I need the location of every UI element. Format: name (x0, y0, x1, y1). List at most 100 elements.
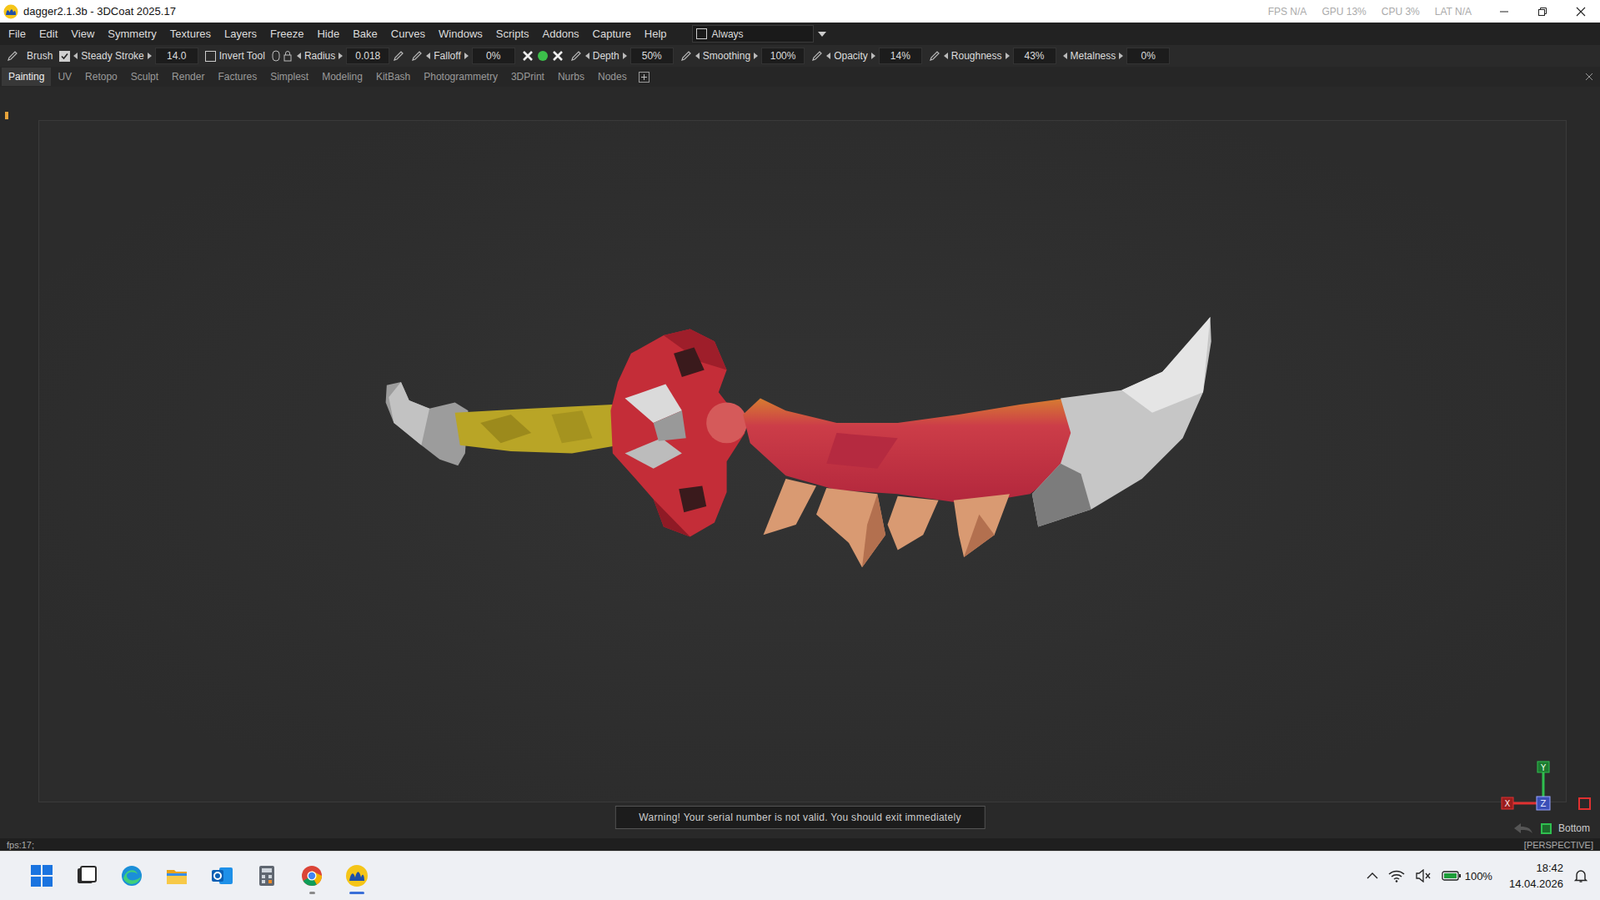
room-tab[interactable]: Render (165, 67, 211, 86)
plus-icon (640, 73, 648, 81)
menu-item[interactable]: Scripts (496, 27, 530, 41)
menu-item[interactable]: Freeze (270, 27, 304, 41)
close-button[interactable] (1561, 0, 1600, 23)
param-option[interactable]: Smoothing100% (680, 47, 805, 65)
menu-item[interactable]: Textures (170, 27, 211, 41)
tool-name: Brush (6, 50, 53, 62)
pen-icon (570, 50, 582, 62)
param-value[interactable]: 0% (471, 47, 516, 65)
room-tab[interactable]: Retopo (78, 67, 125, 86)
room-tab[interactable]: Photogrammetry (416, 67, 505, 86)
pen-icon (411, 50, 423, 62)
checkbox-option[interactable]: Invert Tool (205, 50, 266, 62)
param-option[interactable]: Opacity14% (811, 47, 923, 65)
chevron-up-icon[interactable] (1366, 871, 1379, 880)
viewport[interactable]: Warning! Your serial number is not valid… (0, 86, 1600, 838)
param-option[interactable]: Roughness43% (928, 47, 1057, 65)
menu-item[interactable]: Symmetry (107, 27, 157, 41)
menu-item[interactable]: Layers (224, 27, 257, 41)
battery-icon (1441, 869, 1462, 882)
restore-button[interactable] (1523, 0, 1562, 23)
perf-stat: LAT N/A (1434, 5, 1472, 18)
option-checkbox[interactable] (59, 50, 71, 62)
menu-item[interactable]: Capture (592, 27, 632, 41)
param-value[interactable]: 50% (630, 47, 674, 65)
chrome-icon (299, 862, 325, 888)
param-value[interactable]: 0% (1126, 47, 1170, 65)
param-value[interactable]: 0.018 (346, 47, 390, 65)
menu-item[interactable]: Windows (438, 27, 483, 41)
projection-mode: [PERSPECTIVE] (1524, 839, 1594, 850)
param-value[interactable]: 14% (878, 47, 923, 65)
room-tab[interactable]: KitBash (369, 67, 417, 86)
room-tab[interactable]: Nurbs (551, 67, 592, 86)
taskbar-app[interactable] (336, 855, 377, 896)
room-tab[interactable]: 3DPrint (504, 67, 552, 86)
clear-x-icon[interactable] (521, 50, 534, 62)
serial-warning: Warning! Your serial number is not valid… (614, 805, 985, 829)
clock[interactable]: 18:4214.04.2026 (1509, 859, 1564, 892)
option-value[interactable]: 14.0 (155, 47, 199, 65)
menu-item[interactable]: Help (644, 27, 668, 41)
axis-gizmo[interactable]: YXZ Bottom (1493, 759, 1594, 835)
param-option[interactable]: Metalness0% (1063, 47, 1171, 65)
menu-item[interactable]: File (8, 27, 26, 41)
taskview-icon (74, 862, 100, 888)
taskbar-app[interactable] (156, 855, 197, 896)
room-tab[interactable]: Sculpt (124, 67, 166, 86)
outlook-icon (209, 862, 235, 888)
minimize-icon (1499, 6, 1510, 17)
room-tabs: PaintingUVRetopoSculptRenderFacturesSimp… (0, 66, 1600, 87)
param-value[interactable]: 43% (1013, 47, 1057, 65)
menu-item[interactable]: Addons (542, 27, 580, 41)
menu-item[interactable]: Edit (39, 27, 58, 41)
add-room-button[interactable] (638, 71, 650, 83)
room-tab[interactable]: Factures (210, 67, 264, 86)
minimize-button[interactable] (1484, 0, 1524, 23)
view-label[interactable]: Bottom (1512, 821, 1590, 835)
green-dot-icon[interactable] (536, 50, 549, 62)
room-tab[interactable]: UV (50, 67, 79, 86)
taskbar-app[interactable] (66, 855, 107, 896)
perf-stat: FPS N/A (1268, 5, 1308, 18)
room-tab[interactable]: Modeling (315, 67, 370, 86)
taskbar-app[interactable] (291, 855, 332, 896)
pen-icon (392, 50, 405, 62)
wifi-icon[interactable] (1388, 868, 1405, 883)
cancel-x-icon[interactable] (551, 50, 564, 62)
speaker-muted-icon[interactable] (1414, 868, 1432, 883)
taskbar-app[interactable] (21, 855, 62, 896)
menu-item[interactable]: Curves (391, 27, 426, 41)
param-option[interactable]: Depth50% (570, 47, 674, 65)
window-title: dagger2.1.3b - 3DCoat 2025.17 (23, 5, 176, 18)
notification-bell-icon[interactable] (1573, 867, 1589, 883)
taskbar-app[interactable] (201, 855, 242, 896)
always-checkbox[interactable] (696, 28, 708, 40)
pen-icon (928, 50, 941, 62)
param-option[interactable]: Falloff0% (411, 47, 515, 65)
system-tray: 100% 18:4214.04.2026 (1366, 859, 1600, 892)
taskbar-app[interactable] (246, 855, 287, 896)
dropdown-arrow-icon (817, 31, 827, 37)
axes-icon[interactable]: YXZ (1493, 759, 1594, 818)
room-tab[interactable]: Simplest (263, 67, 316, 86)
room-tab[interactable]: Nodes (591, 67, 634, 86)
close-icon (1575, 6, 1586, 17)
always-dropdown[interactable]: Always (692, 25, 814, 43)
menu-item[interactable]: View (70, 27, 95, 41)
close-panel-icon[interactable] (1584, 72, 1594, 81)
menu-item[interactable]: Bake (352, 27, 378, 41)
model-canvas[interactable] (0, 86, 1600, 838)
dagger-model[interactable] (386, 316, 1212, 567)
option-checkbox[interactable] (205, 50, 216, 62)
pen-icon (680, 50, 693, 62)
checkbox-option[interactable]: Steady Stroke14.0 (59, 47, 198, 65)
param-option[interactable]: Radius0.018 (271, 47, 405, 65)
undo-arrow-icon[interactable] (1512, 821, 1535, 835)
param-value[interactable]: 100% (761, 47, 805, 65)
room-tab[interactable]: Painting (1, 67, 51, 86)
taskbar-app[interactable] (111, 855, 152, 896)
menu-item[interactable]: Hide (316, 27, 340, 41)
perf-stat: GPU 13% (1321, 5, 1366, 18)
battery-status[interactable]: 100% (1441, 869, 1493, 883)
